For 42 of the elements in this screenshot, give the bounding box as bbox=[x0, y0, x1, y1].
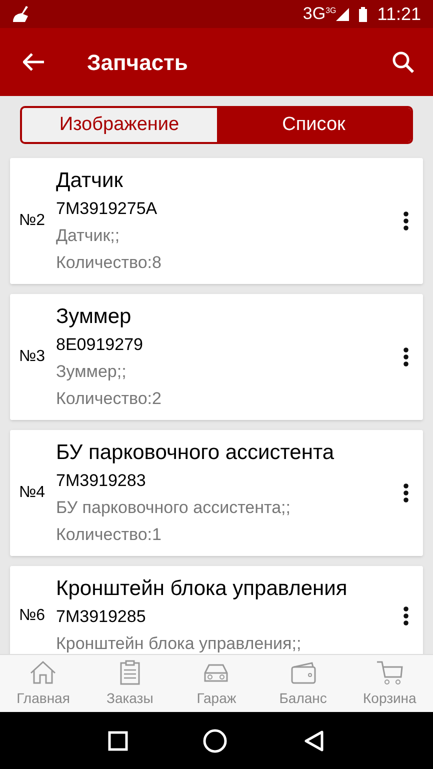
part-number: №6 bbox=[19, 606, 46, 626]
part-name: Датчик bbox=[56, 168, 124, 194]
part-quantity: Количество:2 bbox=[56, 388, 162, 410]
cart-icon bbox=[374, 658, 405, 686]
part-card[interactable]: №2 Датчик 7M3919275A Датчик;; Количество:8 bbox=[10, 158, 423, 284]
part-description: Датчик;; bbox=[56, 225, 121, 247]
part-number: №4 bbox=[19, 483, 46, 503]
home-icon[interactable] bbox=[203, 728, 228, 752]
part-code: 7M3919275A bbox=[56, 198, 158, 220]
signal-icon bbox=[336, 8, 350, 20]
part-description: БУ парковочного ассистента;; bbox=[56, 497, 292, 519]
more-options-icon[interactable] bbox=[403, 606, 409, 626]
part-quantity: Количество:1 bbox=[56, 524, 162, 546]
back-icon[interactable] bbox=[303, 730, 326, 752]
part-code: 8E0919279 bbox=[56, 334, 144, 356]
part-number: №2 bbox=[19, 211, 46, 231]
part-description: Зуммер;; bbox=[56, 361, 128, 383]
clock: 11:21 bbox=[377, 2, 421, 26]
part-number: №3 bbox=[19, 347, 46, 367]
view-tab[interactable]: Список bbox=[216, 108, 411, 142]
search-icon[interactable] bbox=[392, 51, 414, 73]
recent-apps-icon[interactable] bbox=[108, 730, 128, 750]
part-description: Кронштейн блока управления;; bbox=[56, 633, 302, 654]
part-name: Зуммер bbox=[56, 304, 132, 330]
part-quantity: Количество:8 bbox=[56, 252, 162, 274]
part-code: 7M3919285 bbox=[56, 606, 147, 628]
part-name: БУ парковочного ассистента bbox=[56, 440, 336, 466]
part-card[interactable]: №6 Кронштейн блока управления 7M3919285 Кронштейн блока управления;; bbox=[10, 566, 423, 654]
view-tab[interactable]: Изображение bbox=[22, 108, 216, 142]
battery-icon bbox=[359, 6, 368, 22]
part-name: Кронштейн блока управления bbox=[56, 576, 348, 602]
home-icon bbox=[28, 658, 58, 686]
network-type: 3G bbox=[326, 5, 336, 17]
screen-title: Запчасть bbox=[87, 48, 189, 76]
part-code: 7M3919283 bbox=[56, 470, 147, 492]
part-card[interactable]: №3 Зуммер 8E0919279 Зуммер;; Количество:2 bbox=[10, 294, 423, 420]
more-options-icon[interactable] bbox=[403, 483, 409, 503]
more-options-icon[interactable] bbox=[403, 211, 409, 231]
more-options-icon[interactable] bbox=[403, 347, 409, 367]
part-card[interactable]: №4 БУ парковочного ассистента 7M3919283 БУ парковочного ассистента;; Количество:1 bbox=[10, 430, 423, 556]
network-type: 3G bbox=[302, 3, 326, 26]
back-arrow-icon[interactable] bbox=[23, 53, 45, 71]
